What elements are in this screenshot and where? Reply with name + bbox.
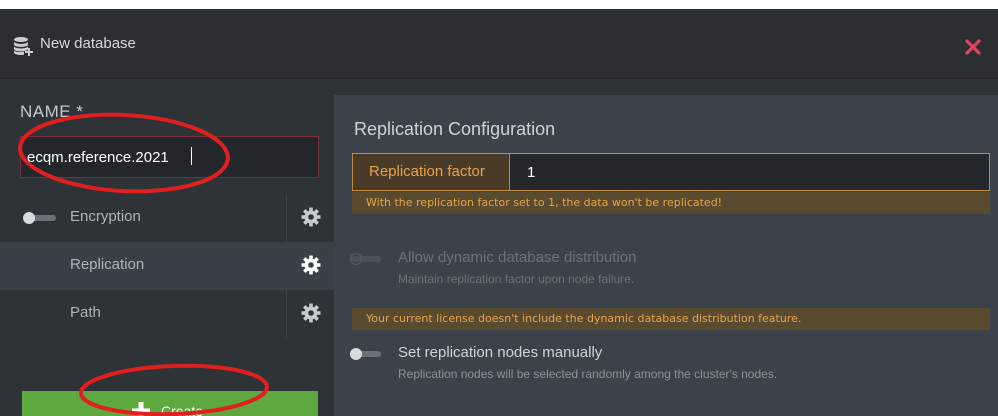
manual-nodes-subtitle: Replication nodes will be selected rando… (398, 367, 778, 381)
replication-factor-warning: With the replication factor set to 1, th… (352, 192, 990, 214)
option-path[interactable]: Path (0, 290, 334, 338)
option-label: Path (70, 304, 101, 321)
license-warning: Your current license doesn't include the… (352, 308, 990, 330)
divider (286, 242, 287, 290)
replication-panel: Replication Configuration Replication fa… (334, 95, 998, 416)
database-name-input[interactable] (20, 136, 319, 178)
manual-nodes-toggle[interactable] (350, 348, 382, 360)
gear-icon[interactable] (301, 207, 321, 227)
close-icon[interactable] (962, 36, 984, 58)
dynamic-distribution-toggle (350, 253, 381, 265)
dynamic-distribution-subtitle: Maintain replication factor upon node fa… (398, 272, 635, 286)
dynamic-distribution-title: Allow dynamic database distribution (398, 249, 637, 266)
divider (286, 194, 287, 242)
gear-icon[interactable] (301, 303, 321, 323)
option-label: Replication (70, 256, 145, 273)
dialog-header: New database (0, 9, 998, 79)
divider (286, 290, 287, 338)
create-button[interactable]: Create (22, 391, 318, 416)
option-encryption[interactable]: Encryption (0, 194, 334, 242)
database-add-icon (14, 37, 33, 56)
left-panel: NAME * Encryption (0, 80, 334, 416)
new-database-dialog: New database NAME * Encryption (0, 9, 998, 416)
replication-factor-group: Replication factor (352, 153, 990, 191)
create-button-label: Create (161, 403, 204, 416)
section-title: Replication Configuration (354, 119, 556, 139)
manual-nodes-title: Set replication nodes manually (398, 344, 603, 361)
option-replication[interactable]: Replication (0, 242, 334, 290)
name-label: NAME * (20, 102, 84, 121)
gear-icon[interactable] (301, 255, 321, 275)
replication-factor-label: Replication factor (353, 154, 510, 190)
plus-icon (132, 402, 150, 416)
replication-factor-input[interactable] (511, 154, 989, 190)
encryption-toggle[interactable] (22, 212, 58, 224)
dialog-title: New database (40, 35, 136, 52)
text-caret (191, 147, 192, 165)
option-label: Encryption (70, 208, 141, 225)
